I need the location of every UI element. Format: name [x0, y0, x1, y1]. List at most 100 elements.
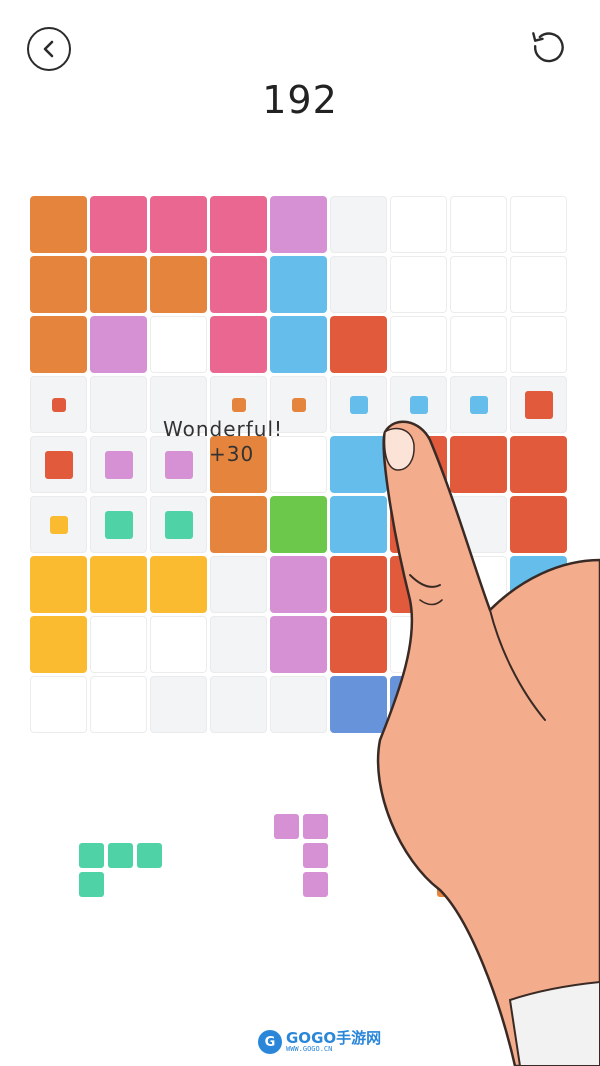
piece-purple-j-block[interactable]: [303, 872, 328, 897]
piece-orange-l-block[interactable]: [495, 872, 520, 897]
clear-marker: [469, 395, 488, 414]
board-cell[interactable]: [90, 556, 147, 613]
board-cell[interactable]: [30, 256, 87, 313]
board-cell[interactable]: [330, 496, 387, 553]
gogo-logo-icon: G: [258, 1030, 282, 1054]
board-cell[interactable]: [330, 436, 387, 493]
board-cell[interactable]: [210, 556, 267, 613]
board-cell[interactable]: [390, 436, 447, 493]
board-cell[interactable]: [450, 676, 507, 733]
restart-icon: [532, 32, 564, 63]
board-cell[interactable]: [30, 616, 87, 673]
board-cell[interactable]: [510, 316, 567, 373]
chevron-left-icon: [43, 40, 54, 58]
board-cell[interactable]: [30, 196, 87, 253]
board-cell[interactable]: [30, 316, 87, 373]
clear-marker: [231, 397, 246, 412]
piece-orange-l-block[interactable]: [466, 843, 491, 868]
board-cell[interactable]: [390, 676, 447, 733]
restart-button[interactable]: [526, 26, 570, 70]
piece-green-l-block[interactable]: [108, 843, 133, 868]
piece-purple-j-block[interactable]: [274, 814, 299, 839]
board-cell[interactable]: [210, 496, 267, 553]
board-cell[interactable]: [510, 496, 567, 553]
board-cell[interactable]: [450, 556, 507, 613]
board-cell[interactable]: [210, 616, 267, 673]
board-cell[interactable]: [330, 556, 387, 613]
board-cell[interactable]: [150, 256, 207, 313]
piece-purple-j-block[interactable]: [303, 814, 328, 839]
board-cell[interactable]: [90, 616, 147, 673]
board-cell[interactable]: [450, 316, 507, 373]
board-cell[interactable]: [510, 676, 567, 733]
watermark-url: WWW.GOGO.CN: [286, 1045, 333, 1053]
clear-marker: [164, 450, 193, 479]
piece-purple-j-block[interactable]: [303, 843, 328, 868]
clear-marker: [44, 450, 73, 479]
board-cell[interactable]: [210, 196, 267, 253]
piece-orange-l-block[interactable]: [437, 872, 462, 897]
piece-green-l-block[interactable]: [79, 872, 104, 897]
board-cell[interactable]: [270, 616, 327, 673]
board-cell[interactable]: [150, 556, 207, 613]
board-cell[interactable]: [510, 556, 567, 613]
score-display: 192: [262, 78, 338, 122]
clear-marker: [409, 395, 428, 414]
board-cell[interactable]: [330, 196, 387, 253]
board-cell[interactable]: [330, 616, 387, 673]
board-cell[interactable]: [150, 616, 207, 673]
board-cell[interactable]: [450, 496, 507, 553]
board-cell[interactable]: [330, 256, 387, 313]
board-cell[interactable]: [330, 316, 387, 373]
clear-marker: [291, 397, 306, 412]
board-cell[interactable]: [270, 676, 327, 733]
board-cell[interactable]: [30, 556, 87, 613]
board-cell[interactable]: [450, 616, 507, 673]
clear-marker: [49, 515, 68, 534]
board-cell[interactable]: [90, 316, 147, 373]
board-cell[interactable]: [390, 256, 447, 313]
board-cell[interactable]: [510, 196, 567, 253]
board-cell[interactable]: [150, 196, 207, 253]
board-cell[interactable]: [270, 196, 327, 253]
board-cell[interactable]: [210, 316, 267, 373]
clear-marker: [349, 395, 368, 414]
back-button[interactable]: [27, 27, 71, 71]
board-cell[interactable]: [510, 256, 567, 313]
game-board[interactable]: [30, 196, 570, 736]
board-cell[interactable]: [510, 616, 567, 673]
feedback-message: Wonderful!: [163, 417, 284, 441]
clear-marker: [51, 397, 66, 412]
board-cell[interactable]: [390, 316, 447, 373]
board-cell[interactable]: [330, 676, 387, 733]
board-cell[interactable]: [450, 196, 507, 253]
board-cell[interactable]: [390, 496, 447, 553]
board-cell[interactable]: [510, 436, 567, 493]
board-cell[interactable]: [270, 556, 327, 613]
board-cell[interactable]: [30, 676, 87, 733]
board-cell[interactable]: [90, 196, 147, 253]
board-cell[interactable]: [150, 316, 207, 373]
board-cell[interactable]: [450, 436, 507, 493]
board-cell[interactable]: [90, 676, 147, 733]
piece-green-l-block[interactable]: [79, 843, 104, 868]
board-cell[interactable]: [90, 376, 147, 433]
board-cell[interactable]: [210, 256, 267, 313]
board-cell[interactable]: [270, 436, 327, 493]
piece-orange-l-block[interactable]: [466, 872, 491, 897]
board-cell[interactable]: [270, 316, 327, 373]
clear-marker: [104, 450, 133, 479]
board-cell[interactable]: [90, 256, 147, 313]
board-cell[interactable]: [270, 496, 327, 553]
clear-marker: [524, 390, 553, 419]
board-cell[interactable]: [150, 676, 207, 733]
board-cell[interactable]: [450, 256, 507, 313]
clear-marker: [164, 510, 193, 539]
watermark: G GOGO手游网 WWW.GOGO.CN: [258, 1030, 381, 1054]
board-cell[interactable]: [390, 616, 447, 673]
board-cell[interactable]: [270, 256, 327, 313]
board-cell[interactable]: [390, 556, 447, 613]
board-cell[interactable]: [210, 676, 267, 733]
piece-green-l-block[interactable]: [137, 843, 162, 868]
board-cell[interactable]: [390, 196, 447, 253]
